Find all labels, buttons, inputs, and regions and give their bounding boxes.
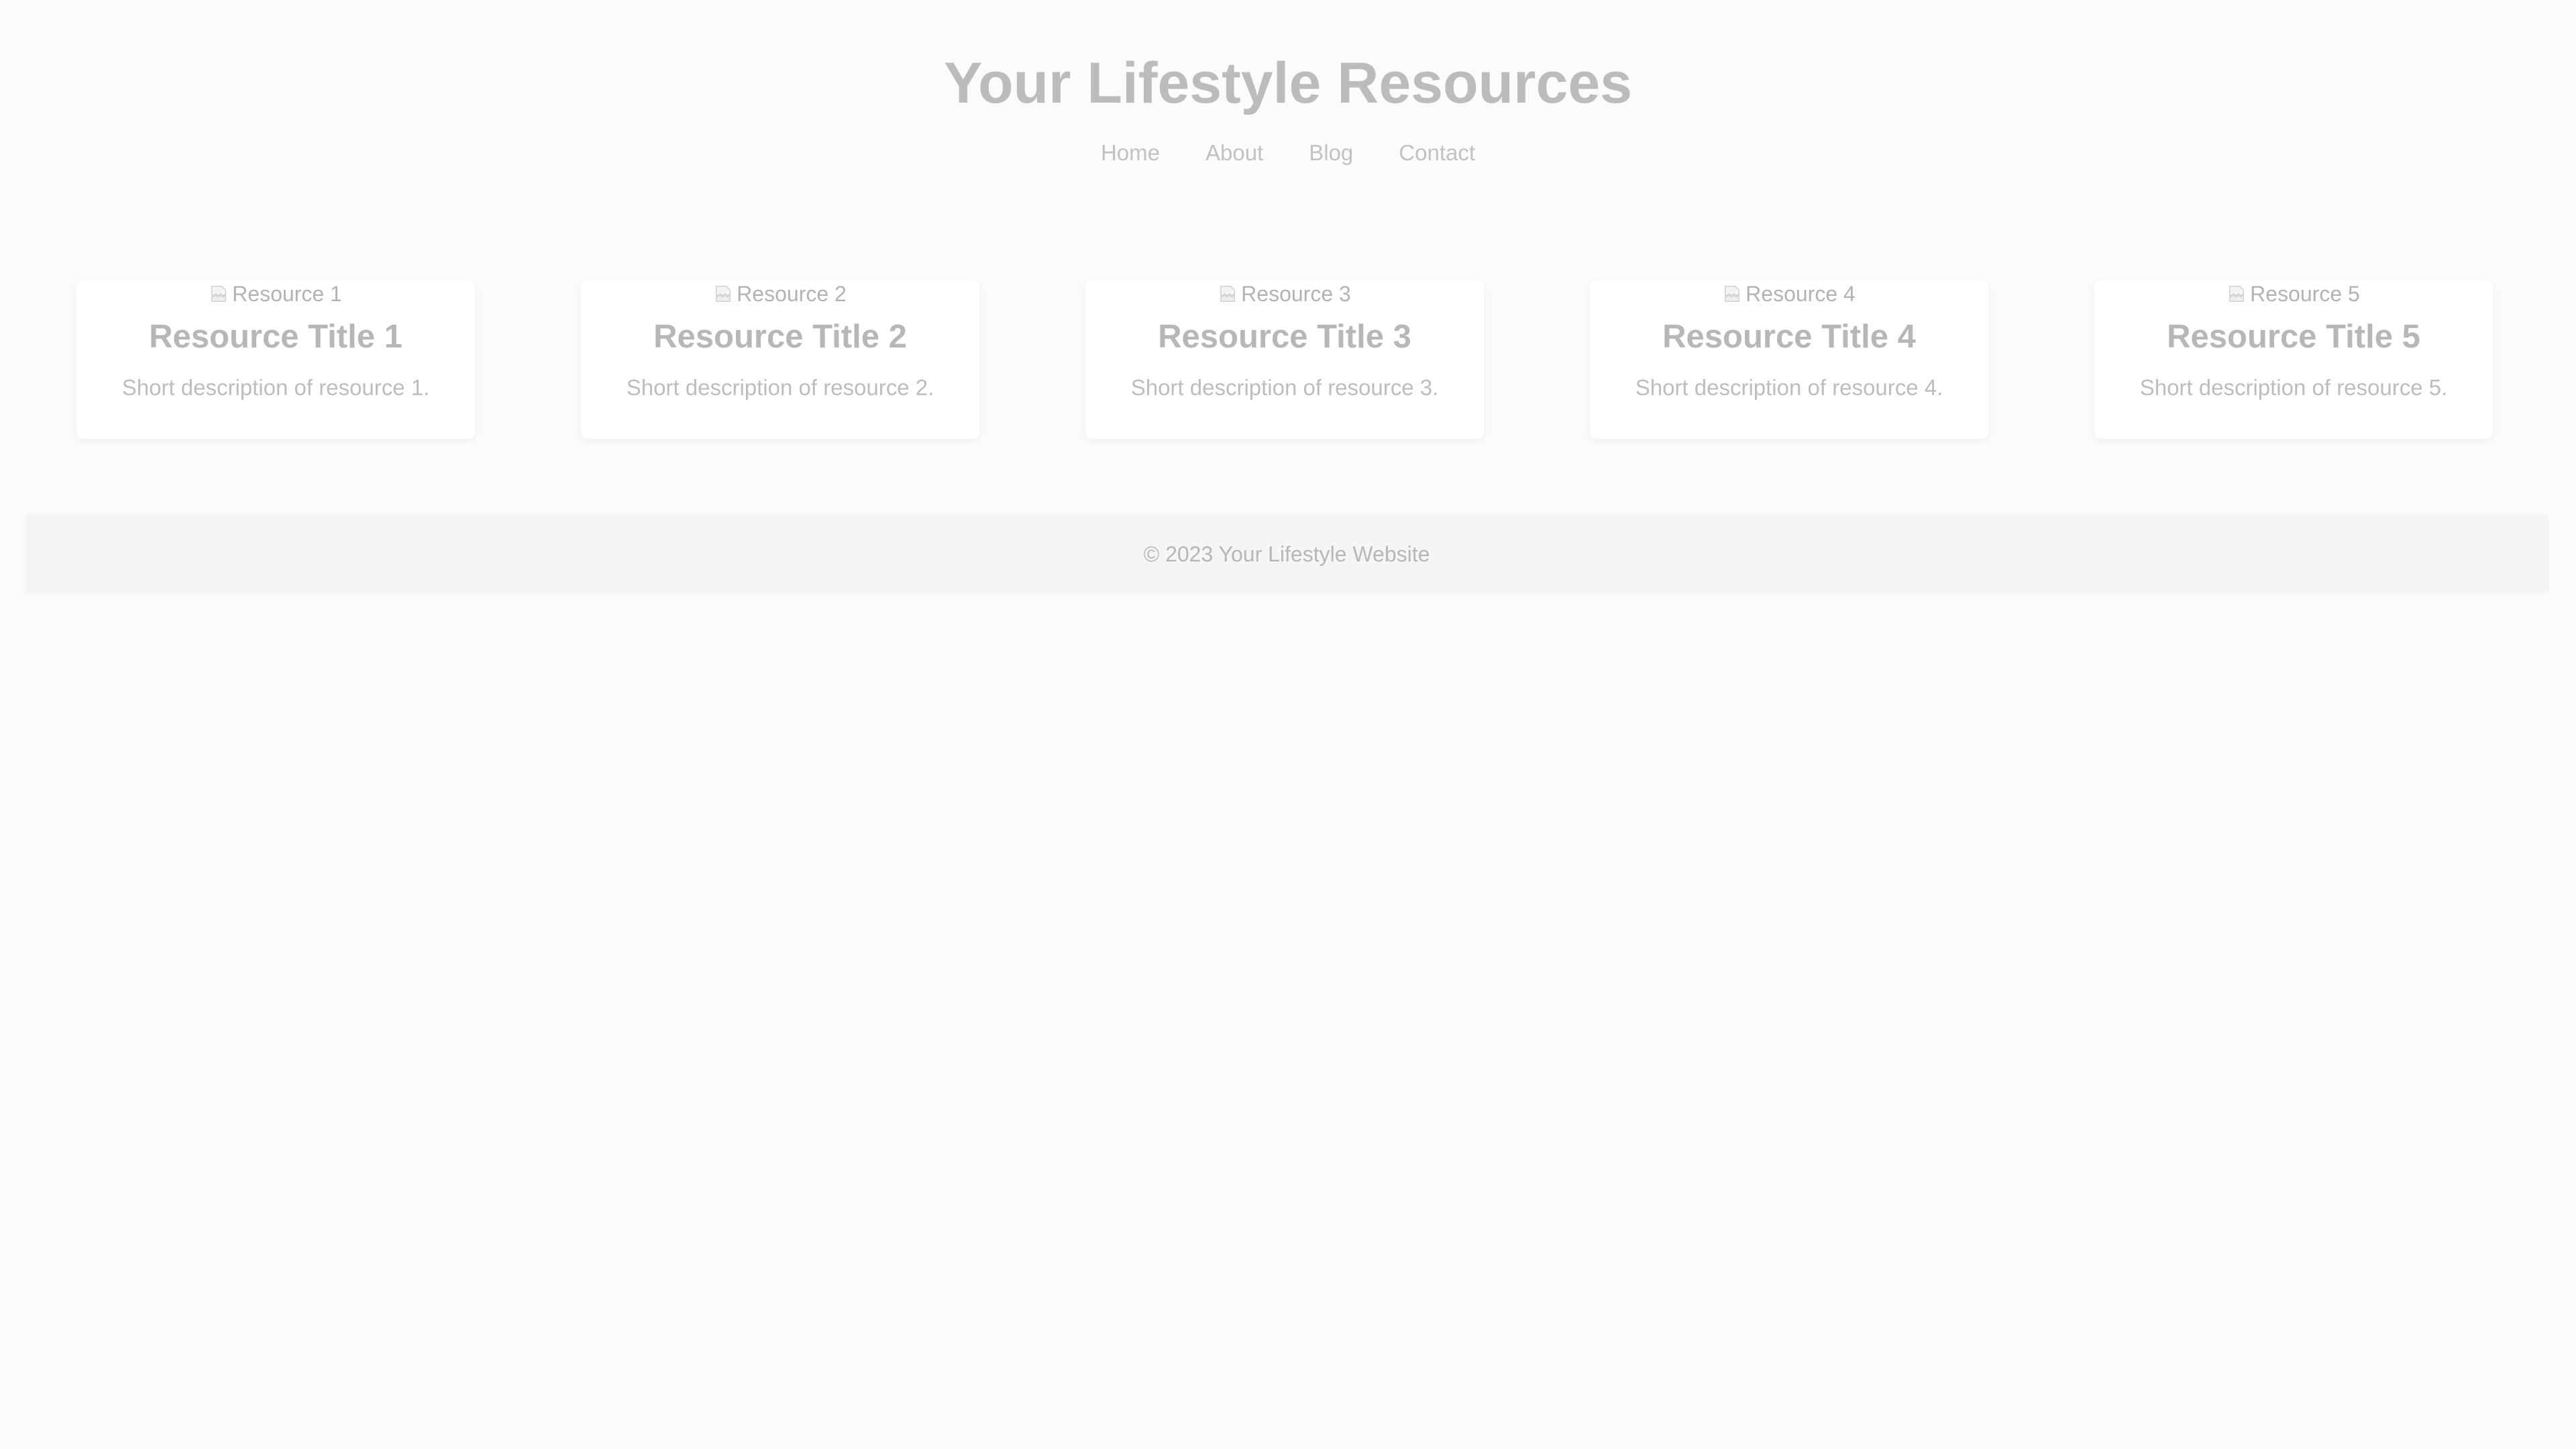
nav-link-blog[interactable]: Blog (1309, 140, 1353, 166)
broken-image-icon (716, 286, 731, 302)
image-alt-text: Resource 2 (737, 281, 847, 306)
resource-cards: Resource 1 Resource Title 1 Short descri… (0, 280, 2576, 441)
broken-image-icon (2229, 286, 2245, 302)
main-nav: Home About Blog Contact (0, 140, 2576, 166)
footer-copyright: © 2023 Your Lifestyle Website (1143, 541, 1430, 566)
resource-title: Resource Title 1 (149, 319, 402, 355)
resource-description: Short description of resource 5. (2139, 375, 2448, 400)
page-title: Your Lifestyle Resources (944, 51, 1632, 115)
resource-image-4: Resource 4 (1590, 280, 1988, 307)
image-alt-text: Resource 5 (2250, 281, 2360, 306)
resource-title: Resource Title 2 (653, 319, 907, 355)
resource-description: Short description of resource 4. (1635, 375, 1943, 400)
image-alt-text: Resource 3 (1241, 281, 1351, 306)
resource-description: Short description of resource 1. (121, 375, 430, 400)
resource-card-5[interactable]: Resource 5 Resource Title 5 Short descri… (2094, 280, 2493, 439)
resource-image-5: Resource 5 (2094, 280, 2493, 307)
resource-card-1[interactable]: Resource 1 Resource Title 1 Short descri… (76, 280, 475, 439)
resource-title: Resource Title 5 (2167, 319, 2420, 355)
resource-title: Resource Title 4 (1662, 319, 1916, 355)
nav-link-about[interactable]: About (1205, 140, 1263, 166)
resource-description: Short description of resource 3. (1130, 375, 1439, 400)
image-alt-text: Resource 1 (232, 281, 342, 306)
resource-image-1: Resource 1 (76, 280, 475, 307)
resource-card-4[interactable]: Resource 4 Resource Title 4 Short descri… (1590, 280, 1988, 439)
nav-link-contact[interactable]: Contact (1399, 140, 1475, 166)
image-alt-text: Resource 4 (1746, 281, 1856, 306)
broken-image-icon (211, 286, 227, 302)
nav-link-home[interactable]: Home (1101, 140, 1160, 166)
resource-card-3[interactable]: Resource 3 Resource Title 3 Short descri… (1085, 280, 1484, 439)
broken-image-icon (1725, 286, 1740, 302)
resource-description: Short description of resource 2. (626, 375, 934, 400)
resource-image-2: Resource 2 (581, 280, 979, 307)
resource-image-3: Resource 3 (1085, 280, 1484, 307)
resource-card-2[interactable]: Resource 2 Resource Title 2 Short descri… (581, 280, 979, 439)
broken-image-icon (1220, 286, 1236, 302)
resource-title: Resource Title 3 (1158, 319, 1411, 355)
site-footer: © 2023 Your Lifestyle Website (25, 515, 2548, 593)
